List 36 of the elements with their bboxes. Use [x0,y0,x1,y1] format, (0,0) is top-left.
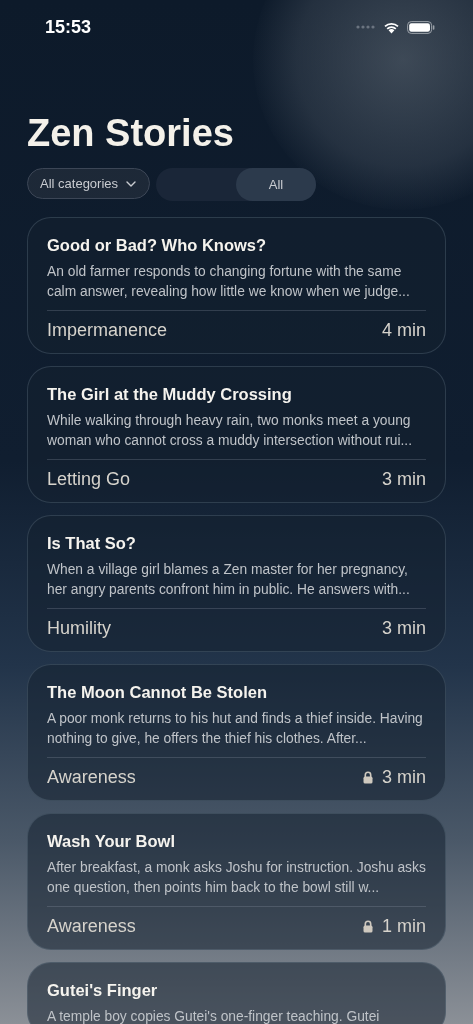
story-title: Is That So? [47,533,137,554]
story-title: Good or Bad? Who Knows? [47,235,268,256]
status-time: 15:53 [45,16,92,38]
story-summary: An old farmer responds to changing fortune with the same calm answer, revealing how little we know when we judge... [47,263,411,301]
story-duration: 3 min [382,617,426,639]
story-category: Letting Go [47,468,131,490]
story-title: The Girl at the Muddy Crossing [47,384,293,405]
story-summary: A poor monk returns to his hut and finds a thief inside. Having nothing to give, he offers the thief his clothes. After... [47,710,424,748]
battery-icon [407,20,435,34]
story-title: Gutei's Finger [47,980,159,1001]
segment-tab[interactable]: All [236,168,317,201]
page-title: Zen Stories [26,111,235,156]
story-title: The Moon Cannot Be Stolen [47,682,268,703]
story-duration: 3 min [382,468,426,490]
story-category: Impermanence [47,319,168,341]
story-card[interactable]: The Moon Cannot Be Stolen A poor monk returns to his hut and finds a thief inside. Having nothing to give, he offers the thief his clothes. After... Awareness 3 min [27,664,446,801]
chevron-down-icon [126,180,137,187]
story-category: Awareness [47,766,136,788]
story-card[interactable]: The Girl at the Muddy Crossing While walking through heavy rain, two monks meet a young woman who cannot cross a muddy intersection without rui... Letting Go 3 min [27,366,446,503]
story-card[interactable]: Good or Bad? Who Knows? An old farmer responds to changing fortune with the same calm answer, revealing how little we know when we judge... Impermanence 4 min [27,217,446,354]
story-card[interactable]: Gutei's Finger A temple boy copies Gutei's one-finger teaching. Gutei [27,962,446,1024]
signal-icon [356,25,376,29]
story-card[interactable]: Is That So? When a village girl blames a Zen master for her pregnancy, her angry parents confront him in public. He answers with... Humility 3 min [27,515,446,652]
category-dropdown[interactable]: All categories [27,168,151,199]
story-duration: 1 min [382,915,426,937]
story-summary: A temple boy copies Gutei's one-finger teaching. Gutei [47,1008,381,1024]
story-title: Wash Your Bowl [47,831,177,852]
story-card[interactable]: Wash Your Bowl After breakfast, a monk asks Joshu for instruction. Joshu asks one question, then points him back to the bowl still w... Awareness 1 min [27,813,446,950]
wifi-icon [383,20,400,34]
story-duration: 3 min [382,766,426,788]
story-category: Humility [47,617,111,639]
story-summary: When a village girl blames a Zen master for her pregnancy, her angry parents confront him in public. He answers with... [47,561,411,599]
story-duration: 4 min [382,319,426,341]
story-summary: While walking through heavy rain, two monks meet a young woman who cannot cross a muddy intersection without rui... [47,412,414,450]
story-summary: After breakfast, a monk asks Joshu for instruction. Joshu asks one question, then points him back to the bowl still w... [47,859,426,897]
story-category: Awareness [47,915,136,937]
